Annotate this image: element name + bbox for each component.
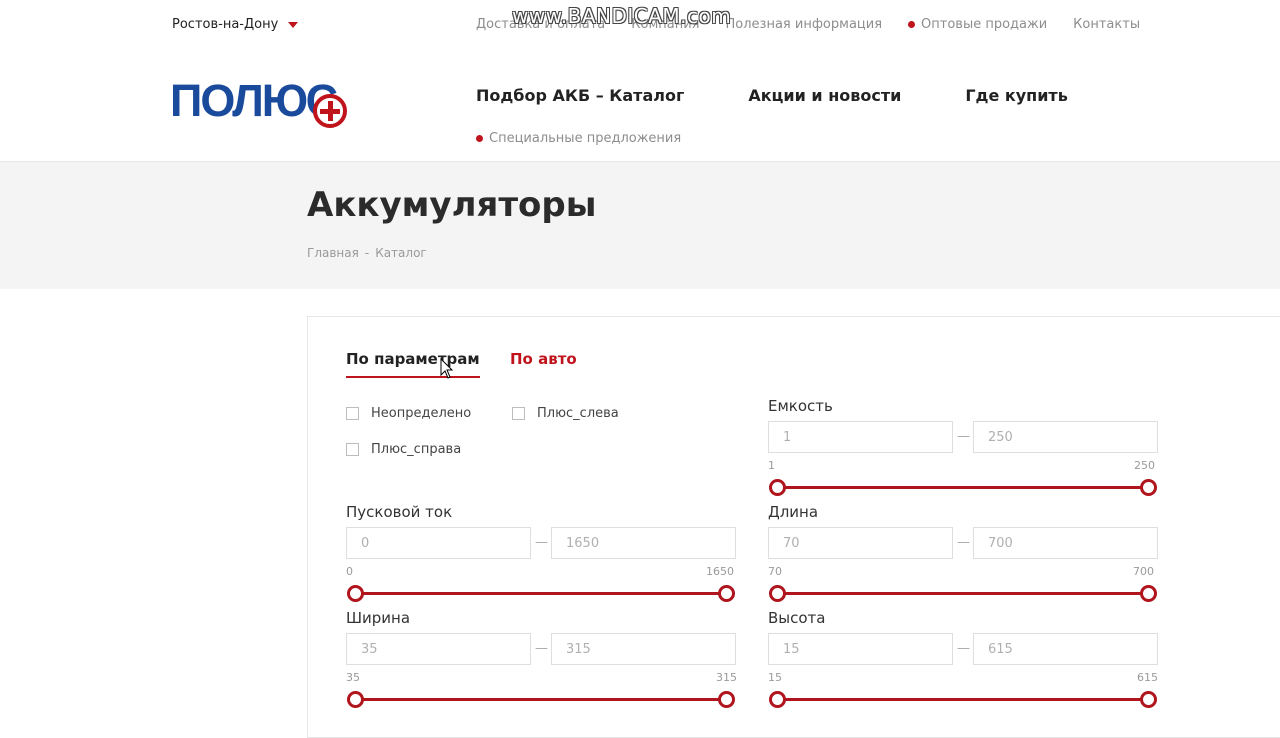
- breadcrumb: Главная - Каталог: [307, 246, 427, 260]
- width-min-label: 35: [346, 671, 360, 684]
- capacity-slider-max-handle[interactable]: [1140, 479, 1157, 496]
- height-min-label: 15: [768, 671, 782, 684]
- width-from-input[interactable]: 35: [346, 633, 531, 665]
- height-slider-track[interactable]: [778, 698, 1148, 701]
- nav-catalog[interactable]: Подбор АКБ – Каталог: [476, 86, 684, 105]
- checkbox-box[interactable]: [346, 407, 359, 420]
- width-slider-track[interactable]: [356, 698, 726, 701]
- length-max-label: 700: [1133, 565, 1154, 578]
- length-slider-max-handle[interactable]: [1140, 585, 1157, 602]
- current-slider-max-handle[interactable]: [718, 585, 735, 602]
- width-slider-min-handle[interactable]: [347, 691, 364, 708]
- breadcrumb-home[interactable]: Главная: [307, 246, 359, 260]
- length-label: Длина: [768, 503, 819, 521]
- tab-by-car[interactable]: По авто: [510, 350, 577, 368]
- length-from-input[interactable]: 70: [768, 527, 953, 559]
- breadcrumb-catalog[interactable]: Каталог: [375, 246, 427, 260]
- current-label: Пусковой ток: [346, 503, 453, 521]
- nav-news[interactable]: Акции и новости: [748, 86, 901, 105]
- capacity-from-input[interactable]: 1: [768, 421, 953, 453]
- height-slider-min-handle[interactable]: [769, 691, 786, 708]
- mouse-cursor-icon: [440, 358, 454, 379]
- special-offers-label: Специальные предложения: [489, 131, 682, 146]
- capacity-label: Емкость: [768, 397, 833, 415]
- dot-icon: [476, 135, 483, 142]
- current-min-label: 0: [346, 565, 353, 578]
- width-label: Ширина: [346, 609, 411, 627]
- range-dash: —: [957, 429, 970, 444]
- checkbox-plus-left[interactable]: Плюс_слева: [512, 406, 619, 421]
- height-slider-max-handle[interactable]: [1140, 691, 1157, 708]
- nav-special-offers[interactable]: Специальные предложения: [476, 131, 681, 146]
- main-nav: Подбор АКБ – Каталог Акции и новости Где…: [476, 86, 1068, 105]
- length-slider-track[interactable]: [778, 592, 1148, 595]
- current-to-input[interactable]: 1650: [551, 527, 736, 559]
- checkbox-label: Плюс_слева: [537, 406, 619, 421]
- length-slider-min-handle[interactable]: [769, 585, 786, 602]
- tab-by-params[interactable]: По параметрам: [346, 350, 480, 378]
- top-link-contacts[interactable]: Контакты: [1073, 17, 1140, 32]
- logo-text: ПОЛЮС: [170, 75, 338, 126]
- checkbox-box[interactable]: [346, 443, 359, 456]
- recording-watermark: www.BANDICAM.com: [512, 4, 732, 28]
- dot-icon: [908, 21, 916, 28]
- height-to-input[interactable]: 615: [973, 633, 1158, 665]
- top-link-wholesale[interactable]: Оптовые продажи: [908, 17, 1047, 32]
- city-selector[interactable]: Ростов-на-Дону: [172, 17, 299, 32]
- top-link-wholesale-label: Оптовые продажи: [921, 17, 1048, 32]
- chevron-down-icon: [288, 21, 299, 28]
- current-slider-track[interactable]: [356, 592, 726, 595]
- top-link-info[interactable]: Полезная информация: [726, 17, 883, 32]
- nav-where-to-buy[interactable]: Где купить: [965, 86, 1067, 105]
- capacity-max-label: 250: [1134, 459, 1155, 472]
- current-slider-min-handle[interactable]: [347, 585, 364, 602]
- checkbox-box[interactable]: [512, 407, 525, 420]
- capacity-slider-min-handle[interactable]: [769, 479, 786, 496]
- plus-icon: [313, 94, 347, 128]
- width-slider-max-handle[interactable]: [718, 691, 735, 708]
- range-dash: —: [957, 641, 970, 656]
- city-label: Ростов-на-Дону: [172, 17, 279, 32]
- checkbox-label: Неопределено: [371, 406, 472, 421]
- current-from-input[interactable]: 0: [346, 527, 531, 559]
- checkbox-undefined[interactable]: Неопределено: [346, 406, 471, 421]
- width-max-label: 315: [716, 671, 737, 684]
- capacity-slider-track[interactable]: [778, 486, 1148, 489]
- height-from-input[interactable]: 15: [768, 633, 953, 665]
- height-max-label: 615: [1137, 671, 1158, 684]
- page-header-band: [0, 161, 1280, 289]
- capacity-to-input[interactable]: 250: [973, 421, 1158, 453]
- current-max-label: 1650: [706, 565, 734, 578]
- range-dash: —: [535, 535, 548, 550]
- site-logo[interactable]: ПОЛЮС: [170, 76, 352, 134]
- range-dash: —: [535, 641, 548, 656]
- breadcrumb-separator: -: [364, 246, 370, 260]
- length-to-input[interactable]: 700: [973, 527, 1158, 559]
- checkbox-label: Плюс_справа: [371, 442, 462, 457]
- page-title: Аккумуляторы: [307, 185, 597, 225]
- width-to-input[interactable]: 315: [551, 633, 736, 665]
- range-dash: —: [957, 535, 970, 550]
- capacity-min-label: 1: [768, 459, 775, 472]
- length-min-label: 70: [768, 565, 782, 578]
- checkbox-plus-right[interactable]: Плюс_справа: [346, 442, 461, 457]
- height-label: Высота: [768, 609, 826, 627]
